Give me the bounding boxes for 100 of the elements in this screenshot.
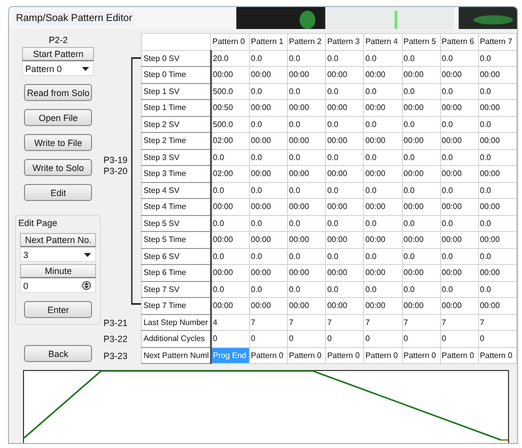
table-cell[interactable]: 00:00 <box>440 198 478 215</box>
table-cell[interactable]: 0 <box>364 330 402 347</box>
table-cell[interactable]: 0.0 <box>249 248 288 264</box>
pattern-dropdown[interactable]: Pattern 0 <box>22 61 94 76</box>
table-cell[interactable]: Pattern 0 <box>249 347 288 364</box>
table-cell[interactable]: 00:00 <box>210 198 250 215</box>
table-cell[interactable]: 0.0 <box>478 248 516 264</box>
table-cell[interactable]: 0.0 <box>288 149 326 166</box>
table-cell[interactable]: 00:00 <box>440 298 478 314</box>
table-cell[interactable]: 0.0 <box>440 248 478 264</box>
table-cell[interactable]: 0.0 <box>478 215 516 232</box>
table-cell[interactable]: 7 <box>402 314 440 330</box>
table-cell[interactable]: 0.0 <box>478 50 516 66</box>
table-cell[interactable]: 00:00 <box>249 264 288 281</box>
table-cell[interactable]: 7 <box>326 314 364 330</box>
table-cell[interactable]: 00:00 <box>210 298 250 314</box>
table-cell[interactable]: 0.0 <box>210 182 250 198</box>
table-cell[interactable]: 0 <box>440 330 478 347</box>
table-cell[interactable]: 0.0 <box>402 149 440 166</box>
table-cell[interactable]: 00:00 <box>440 166 478 182</box>
table-cell[interactable]: 0.0 <box>210 248 250 264</box>
table-cell[interactable]: 0.0 <box>440 182 478 198</box>
table-cell[interactable]: 00:00 <box>326 198 364 215</box>
table-cell[interactable]: 0 <box>478 330 516 347</box>
table-cell[interactable]: 0.0 <box>249 182 288 198</box>
next-pattern-dropdown[interactable]: 3 <box>20 247 96 262</box>
table-cell[interactable]: 0.0 <box>364 215 402 232</box>
table-cell[interactable]: 0.0 <box>326 83 364 100</box>
table-cell[interactable]: 0.0 <box>326 182 364 198</box>
table-cell[interactable]: 02:00 <box>210 166 250 182</box>
table-cell[interactable]: Pattern 0 <box>402 347 440 364</box>
spinner-icon[interactable] <box>82 281 92 290</box>
table-cell[interactable]: 0.0 <box>364 281 402 298</box>
table-cell[interactable]: 0 <box>249 330 288 347</box>
table-cell[interactable]: 00:00 <box>364 100 402 116</box>
table-cell[interactable]: 0.0 <box>440 50 478 66</box>
table-cell[interactable]: 500.0 <box>210 83 250 100</box>
table-cell[interactable]: 00:00 <box>288 264 326 281</box>
table-cell[interactable]: 0.0 <box>402 83 440 100</box>
table-cell[interactable]: 0.0 <box>326 215 364 232</box>
table-cell[interactable]: 0.0 <box>402 281 440 298</box>
table-cell[interactable]: 00:00 <box>402 132 440 149</box>
table-cell[interactable]: 00:50 <box>210 100 250 116</box>
minute-spinbox[interactable]: 0 <box>20 278 96 293</box>
table-cell[interactable]: 0.0 <box>478 83 516 100</box>
table-cell[interactable]: 20.0 <box>210 50 250 66</box>
table-cell[interactable]: 7 <box>478 314 516 330</box>
table-cell[interactable]: 0.0 <box>440 215 478 232</box>
table-cell[interactable]: 0.0 <box>478 182 516 198</box>
table-cell[interactable]: 00:00 <box>326 232 364 248</box>
table-cell[interactable]: 0.0 <box>364 182 402 198</box>
table-cell[interactable]: 00:00 <box>326 132 364 149</box>
table-cell[interactable]: 00:00 <box>440 100 478 116</box>
back-button[interactable]: Back <box>24 345 92 362</box>
table-cell[interactable]: 0.0 <box>249 116 288 132</box>
table-cell[interactable]: 0.0 <box>288 182 326 198</box>
table-cell[interactable]: 00:00 <box>402 66 440 83</box>
table-cell[interactable]: 00:00 <box>288 166 326 182</box>
table-cell[interactable]: 00:00 <box>364 232 402 248</box>
table-cell[interactable]: 00:00 <box>364 132 402 149</box>
table-cell[interactable]: 00:00 <box>288 298 326 314</box>
table-cell[interactable]: 00:00 <box>478 298 516 314</box>
action-button[interactable]: Open File <box>24 109 92 126</box>
table-cell[interactable]: 0.0 <box>326 248 364 264</box>
table-cell[interactable]: 00:00 <box>288 232 326 248</box>
table-cell[interactable]: 00:00 <box>364 198 402 215</box>
table-cell[interactable]: 00:00 <box>440 66 478 83</box>
table-cell[interactable]: 00:00 <box>210 264 250 281</box>
table-cell[interactable]: 00:00 <box>478 132 516 149</box>
table-cell[interactable]: 00:00 <box>402 198 440 215</box>
table-cell[interactable]: 0.0 <box>326 50 364 66</box>
table-cell[interactable]: 00:00 <box>326 66 364 83</box>
table-cell[interactable]: 00:00 <box>440 264 478 281</box>
table-cell[interactable]: 00:00 <box>402 264 440 281</box>
table-cell[interactable]: 0 <box>288 330 326 347</box>
table-cell[interactable]: Pattern 0 <box>326 347 364 364</box>
table-cell[interactable]: 00:00 <box>402 298 440 314</box>
table-cell[interactable]: 00:00 <box>288 198 326 215</box>
table-cell[interactable]: 00:00 <box>478 66 516 83</box>
table-cell[interactable]: 00:00 <box>402 166 440 182</box>
table-cell[interactable]: 00:00 <box>288 100 326 116</box>
enter-button[interactable]: Enter <box>24 301 92 318</box>
table-cell[interactable]: 0.0 <box>478 149 516 166</box>
table-cell[interactable]: Pattern 0 <box>364 347 402 364</box>
table-cell[interactable]: 00:00 <box>364 66 402 83</box>
table-cell[interactable]: 0.0 <box>288 116 326 132</box>
table-cell[interactable]: Pattern 0 <box>440 347 478 364</box>
table-cell[interactable]: 00:00 <box>288 132 326 149</box>
table-cell[interactable]: 00:00 <box>210 66 250 83</box>
table-cell[interactable]: 00:00 <box>326 264 364 281</box>
table-cell[interactable]: 00:00 <box>402 100 440 116</box>
table-cell[interactable]: 0.0 <box>402 215 440 232</box>
table-cell[interactable]: 0.0 <box>249 281 288 298</box>
table-cell[interactable]: 0.0 <box>288 215 326 232</box>
table-cell[interactable]: 00:00 <box>364 298 402 314</box>
table-cell[interactable]: 7 <box>288 314 326 330</box>
table-cell[interactable]: 00:00 <box>326 166 364 182</box>
table-cell[interactable]: 7 <box>440 314 478 330</box>
table-cell[interactable]: 7 <box>364 314 402 330</box>
table-cell[interactable]: 00:00 <box>478 100 516 116</box>
